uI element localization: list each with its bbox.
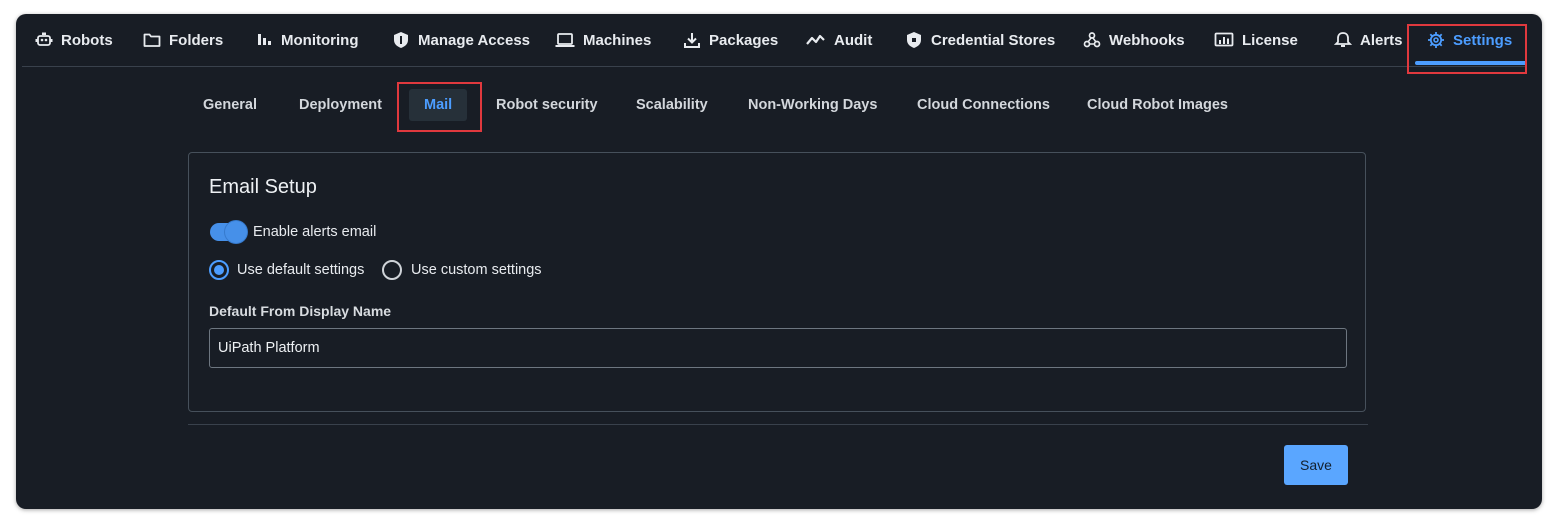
nav-machines[interactable]: Machines <box>555 14 651 66</box>
nav-folders-label: Folders <box>169 31 224 49</box>
trend-line-icon <box>806 31 826 49</box>
save-button[interactable]: Save <box>1284 445 1348 485</box>
nav-settings[interactable]: Settings <box>1427 14 1512 66</box>
default-settings-radio[interactable] <box>209 260 229 280</box>
download-icon <box>683 31 701 49</box>
subtab-mail[interactable]: Mail <box>409 89 468 121</box>
nav-manage-access[interactable]: Manage Access <box>392 14 530 66</box>
nav-settings-label: Settings <box>1453 31 1513 49</box>
enable-alerts-label: Enable alerts email <box>253 224 377 240</box>
nav-credential-stores-label: Credential Stores <box>931 31 1056 49</box>
nav-webhooks-label: Webhooks <box>1109 31 1185 49</box>
top-navigation: Robots Folders Monitoring Manage Access … <box>22 14 1527 67</box>
enable-alerts-toggle[interactable] <box>210 221 247 243</box>
shield-icon <box>392 31 410 49</box>
webhook-icon <box>1083 31 1101 49</box>
laptop-icon <box>555 31 575 49</box>
subtab-cloud-connections[interactable]: Cloud Connections <box>917 90 1050 120</box>
display-name-input[interactable] <box>209 328 1347 368</box>
shield-lock-icon <box>905 31 923 49</box>
footer-divider <box>188 424 1368 425</box>
nav-monitoring-label: Monitoring <box>281 31 359 49</box>
subtab-scalability[interactable]: Scalability <box>636 90 708 120</box>
nav-license[interactable]: License <box>1214 14 1298 66</box>
nav-audit-label: Audit <box>834 31 873 49</box>
nav-webhooks[interactable]: Webhooks <box>1083 14 1185 66</box>
default-settings-label: Use default settings <box>237 262 365 278</box>
gear-icon <box>1427 31 1445 49</box>
custom-settings-label: Use custom settings <box>411 262 542 278</box>
active-tab-indicator <box>1415 61 1527 65</box>
custom-settings-radio[interactable] <box>382 260 402 280</box>
nav-robots-label: Robots <box>61 31 113 49</box>
subtab-cloud-robot-images[interactable]: Cloud Robot Images <box>1087 90 1228 120</box>
nav-credential-stores[interactable]: Credential Stores <box>905 14 1055 66</box>
bar-chart-icon <box>255 31 273 49</box>
subtab-general[interactable]: General <box>203 90 257 120</box>
subtab-non-working-days[interactable]: Non-Working Days <box>748 90 877 120</box>
nav-audit[interactable]: Audit <box>806 14 872 66</box>
nav-manage-access-label: Manage Access <box>418 31 531 49</box>
nav-packages[interactable]: Packages <box>683 14 778 66</box>
nav-folders[interactable]: Folders <box>143 14 223 66</box>
email-setup-title: Email Setup <box>209 176 317 198</box>
nav-monitoring[interactable]: Monitoring <box>255 14 358 66</box>
orchestrator-window: Robots Folders Monitoring Manage Access … <box>16 14 1542 509</box>
nav-alerts-label: Alerts <box>1360 31 1403 49</box>
nav-machines-label: Machines <box>583 31 652 49</box>
display-name-label: Default From Display Name <box>209 303 392 319</box>
folder-icon <box>143 31 161 49</box>
nav-robots[interactable]: Robots <box>35 14 113 66</box>
nav-alerts[interactable]: Alerts <box>1334 14 1403 66</box>
subtab-robot-security[interactable]: Robot security <box>496 90 598 120</box>
settings-subtabs: General Deployment Mail Robot security S… <box>16 89 1542 121</box>
bell-icon <box>1334 31 1352 49</box>
email-setup-card: Email Setup Enable alerts email Use defa… <box>188 152 1366 412</box>
nav-license-label: License <box>1242 31 1298 49</box>
subtab-deployment[interactable]: Deployment <box>299 90 382 120</box>
robot-icon <box>35 31 53 49</box>
license-icon <box>1214 31 1234 49</box>
nav-packages-label: Packages <box>709 31 779 49</box>
toggle-knob <box>225 221 247 243</box>
